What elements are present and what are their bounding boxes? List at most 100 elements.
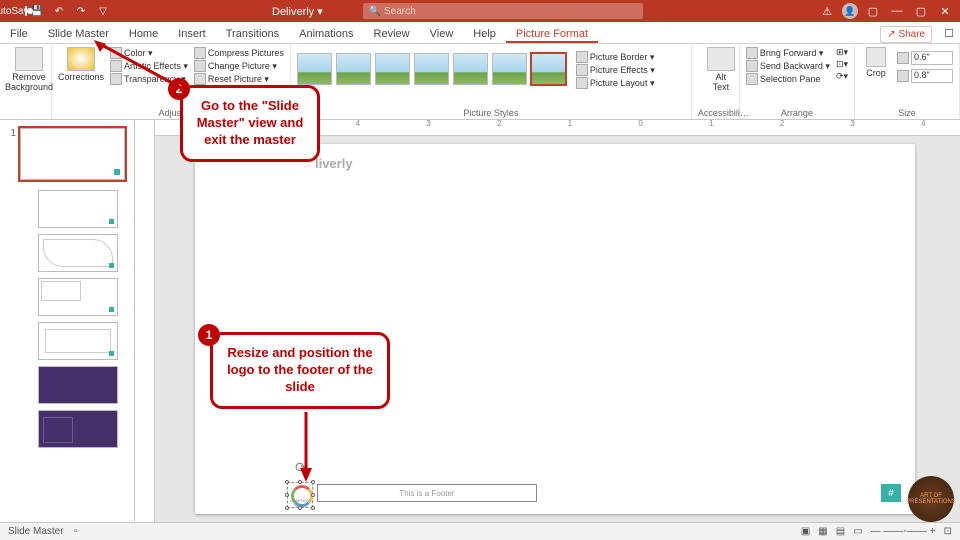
layout-thumb[interactable]: [38, 366, 118, 404]
thumb-indicator: [109, 219, 114, 224]
tab-animations[interactable]: Animations: [289, 25, 363, 43]
watermark-badge: ART OF PRESENTATIONS: [908, 476, 954, 522]
callout-2: Go to the "Slide Master" view and exit t…: [180, 85, 320, 162]
picture-layout-button[interactable]: Picture Layout ▾: [576, 77, 655, 89]
thumbnail-panel[interactable]: 1: [0, 120, 135, 522]
bring-forward-button[interactable]: Bring Forward ▾: [746, 47, 830, 59]
style-tile[interactable]: [453, 53, 488, 85]
picture-border-button[interactable]: Picture Border ▾: [576, 51, 655, 63]
present-icon[interactable]: ▽: [94, 2, 112, 20]
remove-bg-button[interactable]: Remove Background: [6, 47, 52, 92]
group-picture-styles: Picture Border ▾ Picture Effects ▾ Pictu…: [291, 44, 692, 119]
quick-access-toolbar: AutoSave 💾 ↶ ↷ ▽: [0, 2, 112, 20]
slide-number-placeholder[interactable]: #: [881, 484, 901, 502]
document-title[interactable]: Deliverly ▾: [272, 5, 323, 18]
comments-icon[interactable]: ☐: [938, 24, 960, 43]
tab-transitions[interactable]: Transitions: [216, 25, 289, 43]
search-box[interactable]: 🔍 Search: [363, 3, 643, 19]
style-tile[interactable]: [336, 53, 371, 85]
autosave-pill[interactable]: [25, 6, 27, 16]
bring-forward-icon: [746, 47, 758, 59]
status-accessibility-icon[interactable]: ▫: [74, 526, 78, 537]
reset-picture-label: Reset Picture ▾: [208, 74, 269, 85]
group-arrange: Bring Forward ▾ Send Backward ▾ Selectio…: [740, 44, 855, 119]
view-reading-icon[interactable]: ▤: [836, 526, 845, 537]
thumb-master[interactable]: [20, 128, 125, 180]
picture-effects-button[interactable]: Picture Effects ▾: [576, 64, 655, 76]
group-remove-bg: Remove Background: [0, 44, 52, 119]
alt-text-button[interactable]: Alt Text: [698, 47, 744, 92]
compress-icon: [194, 47, 206, 59]
style-tile[interactable]: [492, 53, 527, 85]
height-field[interactable]: 0.6": [897, 51, 953, 65]
close-icon[interactable]: ✕: [936, 5, 954, 18]
style-gallery[interactable]: [297, 47, 566, 85]
width-value[interactable]: 0.8": [911, 69, 953, 83]
selection-pane-icon: [746, 73, 758, 85]
size-group-label: Size: [861, 108, 953, 118]
warning-icon[interactable]: ⚠: [818, 5, 836, 18]
accessibility-group-label: Accessibili…: [698, 108, 733, 118]
height-icon: [897, 52, 909, 64]
ribbon-display-icon[interactable]: ▢: [864, 5, 882, 18]
layout-thumb[interactable]: [38, 190, 118, 228]
crop-button[interactable]: Crop: [861, 47, 891, 78]
change-picture-button[interactable]: Change Picture ▾: [194, 60, 284, 72]
callout-2-arrow: [90, 40, 190, 100]
undo-icon[interactable]: ↶: [50, 2, 68, 20]
layout-thumb[interactable]: [38, 234, 118, 272]
canvas[interactable]: liverly ⟳ COMPANY NAME This is a Footer …: [155, 136, 960, 522]
selection-pane-button[interactable]: Selection Pane: [746, 73, 830, 85]
fit-to-window-icon[interactable]: ⊡: [944, 526, 952, 537]
style-tile[interactable]: [414, 53, 449, 85]
view-normal-icon[interactable]: ▣: [801, 526, 810, 537]
layout-thumb[interactable]: [38, 410, 118, 448]
master-thumbnail[interactable]: 1: [4, 128, 130, 180]
view-slideshow-icon[interactable]: ▭: [853, 526, 862, 537]
align-button[interactable]: ⊞▾: [836, 47, 848, 58]
compress-button[interactable]: Compress Pictures: [194, 47, 284, 59]
callout-1-arrow: [296, 412, 316, 484]
height-value[interactable]: 0.6": [911, 51, 953, 65]
reset-picture-button[interactable]: Reset Picture ▾: [194, 73, 284, 85]
maximize-icon[interactable]: ▢: [912, 5, 930, 18]
width-field[interactable]: 0.8": [897, 69, 953, 83]
bring-forward-label: Bring Forward ▾: [760, 48, 824, 59]
redo-icon[interactable]: ↷: [72, 2, 90, 20]
tab-review[interactable]: Review: [364, 25, 420, 43]
layout-thumb[interactable]: [38, 322, 118, 360]
effects-label: Picture Effects ▾: [590, 65, 655, 76]
style-tile[interactable]: [531, 53, 566, 85]
rotate-button[interactable]: ⟳▾: [836, 71, 848, 82]
tab-file[interactable]: File: [0, 25, 38, 43]
group-button[interactable]: ⊡▾: [836, 59, 848, 70]
callout-1-text: Resize and position the logo to the foot…: [227, 345, 373, 394]
footer-placeholder[interactable]: This is a Footer: [317, 484, 537, 502]
border-label: Picture Border ▾: [590, 52, 655, 63]
zoom-slider[interactable]: — ——◦—— +: [871, 526, 936, 537]
border-icon: [576, 51, 588, 63]
tab-help[interactable]: Help: [463, 25, 506, 43]
reset-picture-icon: [194, 73, 206, 85]
tab-picture-format[interactable]: Picture Format: [506, 25, 598, 43]
style-tile[interactable]: [297, 53, 332, 85]
thumb-indicator: [109, 351, 114, 356]
layout-thumb[interactable]: [38, 278, 118, 316]
thumb-indicator: [109, 263, 114, 268]
share-button[interactable]: ↗ Share: [880, 26, 932, 43]
crop-label: Crop: [866, 68, 886, 78]
account-avatar[interactable]: 👤: [842, 3, 858, 19]
title-bar: AutoSave 💾 ↶ ↷ ▽ Deliverly ▾ 🔍 Search ⚠ …: [0, 0, 960, 22]
crop-icon: [866, 47, 886, 67]
style-tile[interactable]: [375, 53, 410, 85]
thumb-number: 1: [4, 128, 16, 180]
search-placeholder: Search: [384, 6, 416, 17]
share-label: Share: [898, 29, 925, 40]
send-backward-button[interactable]: Send Backward ▾: [746, 60, 830, 72]
view-sorter-icon[interactable]: ▦: [818, 526, 827, 537]
tab-view[interactable]: View: [420, 25, 464, 43]
autosave-toggle[interactable]: AutoSave: [6, 2, 24, 20]
styles-group-label: Picture Styles: [297, 108, 685, 118]
logo-image-selected[interactable]: COMPANY NAME: [287, 482, 313, 508]
minimize-icon[interactable]: —: [888, 5, 906, 17]
